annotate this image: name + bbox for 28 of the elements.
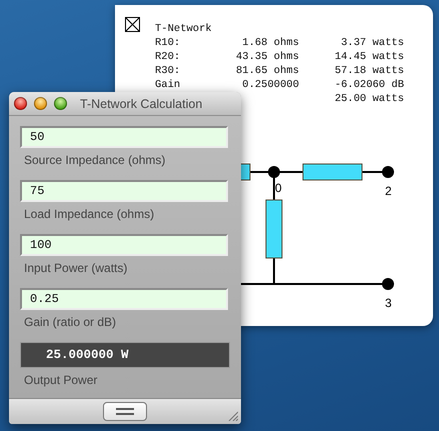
row-label: Gain: [155, 78, 182, 92]
field-label: Input Power (watts): [24, 261, 128, 275]
power-text: 57.18 watts: [334, 64, 404, 78]
row-label: R10:: [155, 36, 182, 50]
field-label: Output Power: [24, 373, 98, 387]
input-field[interactable]: 0.25: [20, 288, 228, 310]
node-label: 3: [385, 296, 392, 310]
field-label: Gain (ratio or dB): [24, 315, 118, 329]
node-label: 0: [275, 181, 282, 195]
row-label: R30:: [155, 64, 182, 78]
power-text: 14.45 watts: [334, 50, 404, 64]
power-text: 3.37 watts: [340, 36, 404, 50]
value-text: 43.35 ohms: [234, 50, 299, 64]
field-label: Load Impedance (ohms): [24, 207, 156, 221]
input-field[interactable]: 100: [20, 234, 228, 256]
field-label: Source Impedance (ohms): [24, 153, 166, 167]
row-label: R20:: [155, 50, 182, 64]
value-text: 0.2500000: [241, 78, 299, 92]
node-label: 2: [385, 184, 392, 198]
power-text: 25.00 watts: [334, 92, 404, 106]
window-title: T-Network Calculation: [80, 96, 202, 110]
output-display: 25.000000 W: [20, 342, 230, 368]
input-field[interactable]: 50: [20, 126, 228, 148]
value-text: 1.68 ohms: [241, 36, 299, 50]
report-title: T-Network: [155, 22, 213, 36]
input-field[interactable]: 75: [20, 180, 228, 202]
power-text: -6.02060 dB: [334, 78, 404, 92]
value-text: 81.65 ohms: [234, 64, 299, 78]
